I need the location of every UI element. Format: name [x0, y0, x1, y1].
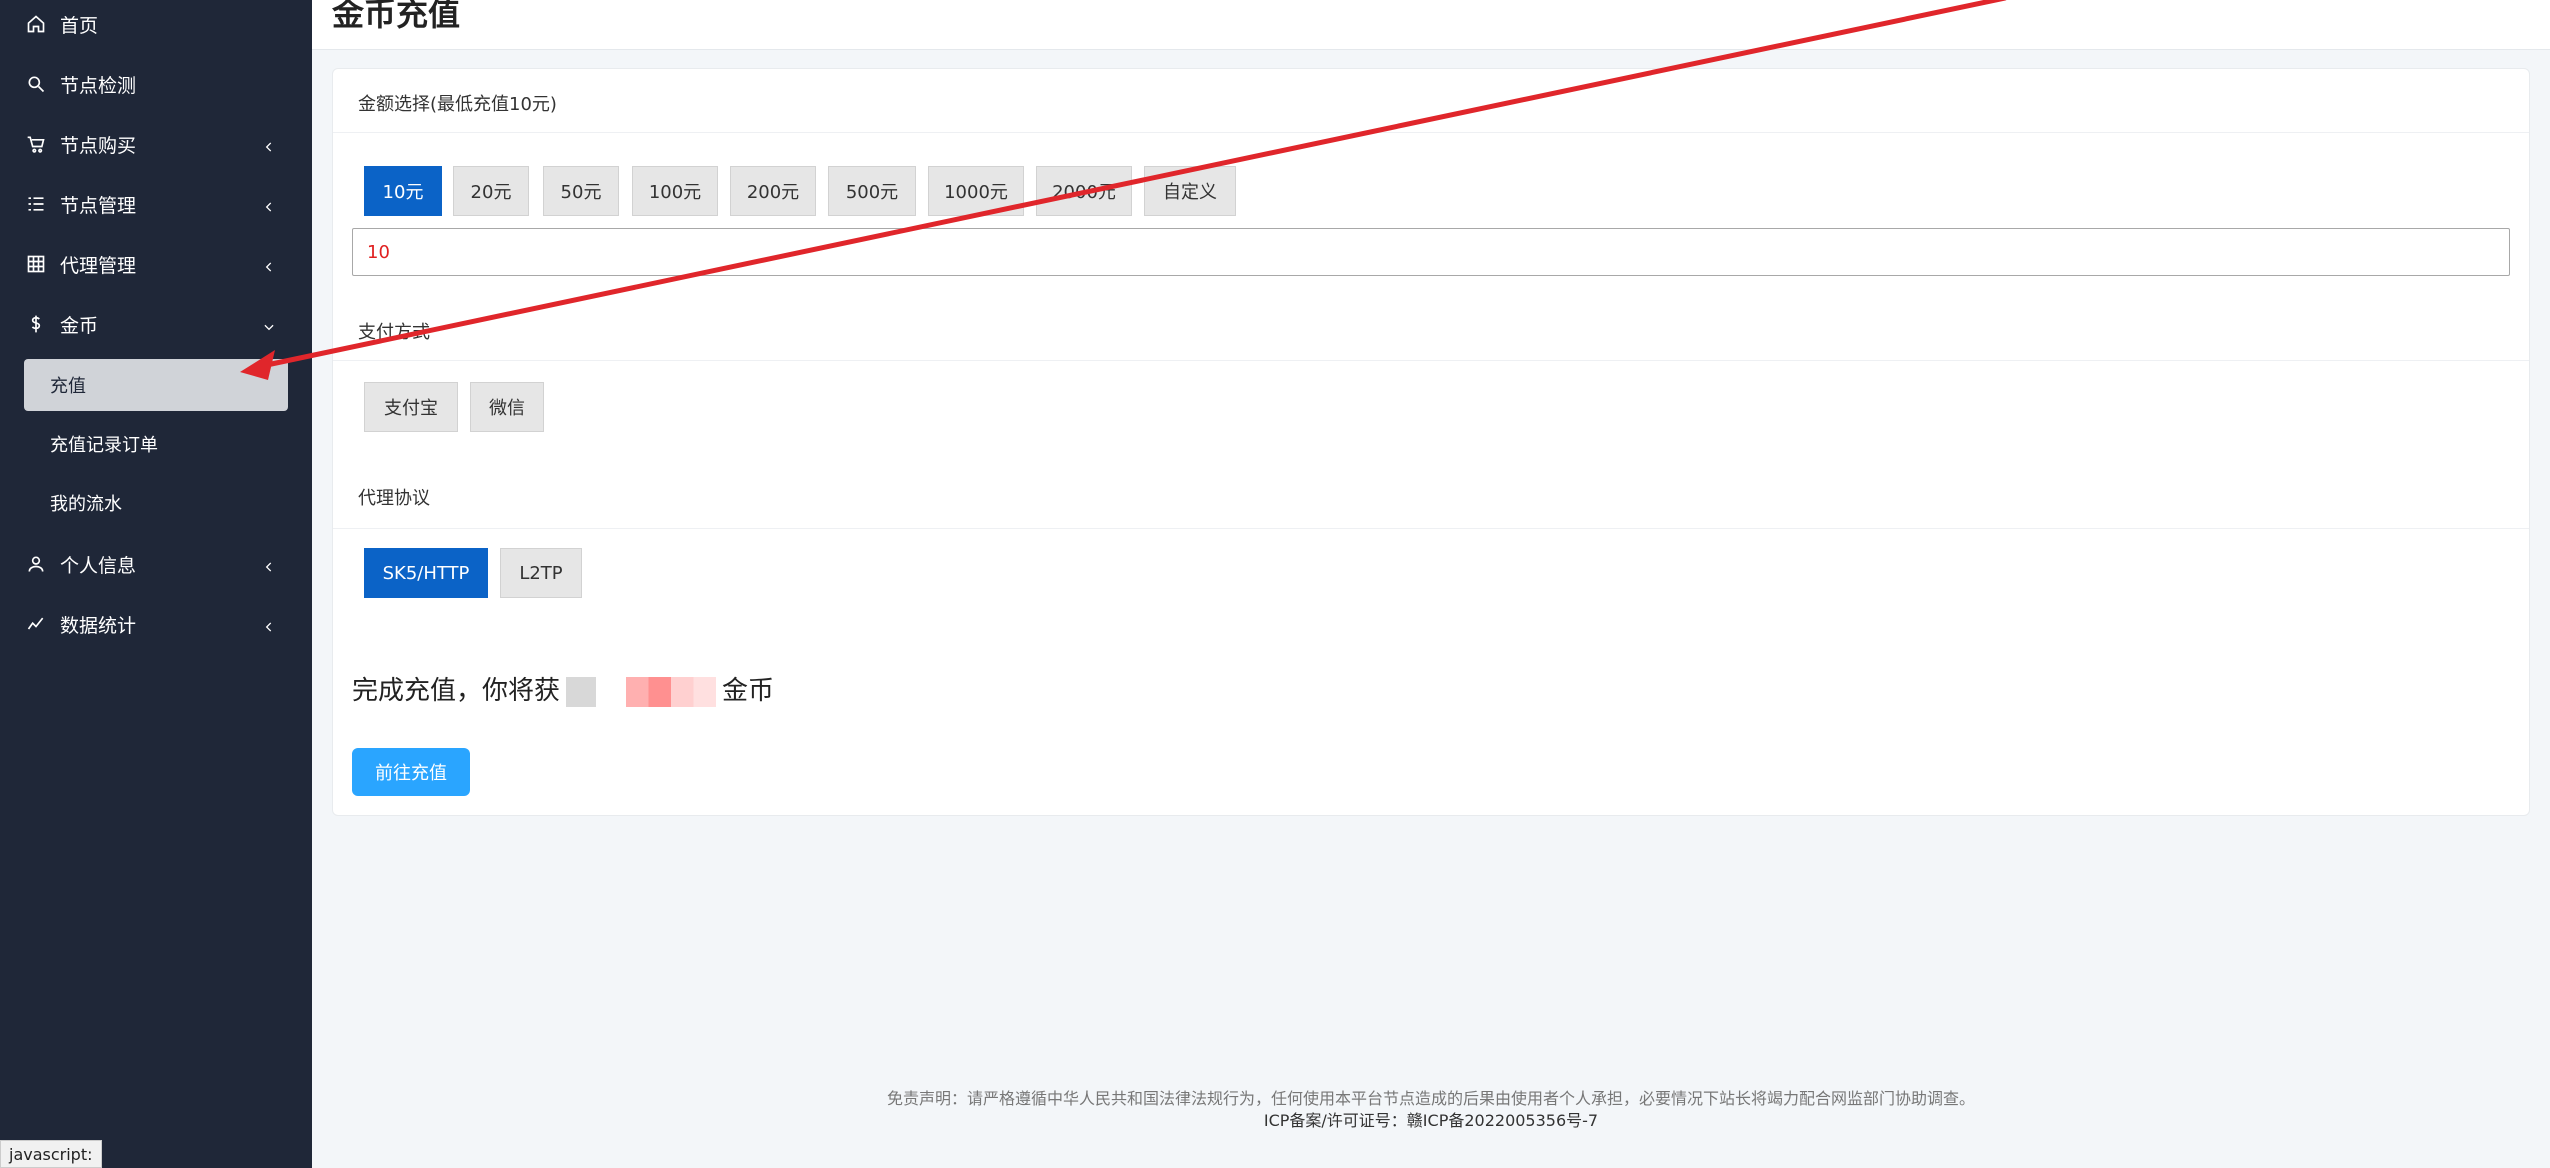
sidebar-item-proxy-manage[interactable]: 代理管理 — [0, 238, 312, 290]
payment-section-label: 支付方式 — [358, 322, 430, 343]
dollar-icon — [26, 314, 46, 334]
protocol-option-sk5-http[interactable]: SK5/HTTP — [364, 548, 488, 598]
amount-option-500[interactable]: 500元 — [828, 166, 916, 216]
sidebar-subitem-label: 充值记录订单 — [50, 435, 158, 456]
chevron-left-icon — [262, 617, 276, 632]
sidebar-item-label: 首页 — [60, 14, 99, 37]
browser-status-bar: javascript: — [0, 1140, 102, 1168]
sidebar-item-label: 代理管理 — [60, 254, 137, 277]
sidebar-item-label: 金币 — [60, 314, 99, 337]
recharge-result-text: 完成充值，你将获 金币 — [352, 670, 774, 707]
sidebar-subitem-recharge-orders[interactable]: 充值记录订单 — [24, 418, 288, 470]
amount-option-1000[interactable]: 1000元 — [928, 166, 1024, 216]
amount-option-10[interactable]: 10元 — [364, 166, 442, 216]
sidebar-item-label: 节点检测 — [60, 74, 137, 97]
divider — [333, 132, 2529, 133]
page-title: 金币充值 — [332, 0, 461, 33]
result-prefix: 完成充值，你将获 — [352, 676, 561, 706]
cart-icon — [26, 134, 46, 154]
protocol-option-l2tp[interactable]: L2TP — [500, 548, 582, 598]
chevron-left-icon — [262, 197, 276, 212]
sidebar-item-coins[interactable]: 金币 — [0, 298, 312, 350]
chevron-left-icon — [262, 137, 276, 152]
redacted-amount — [566, 676, 717, 707]
amount-input[interactable] — [352, 228, 2510, 276]
search-icon — [26, 74, 46, 94]
sidebar-subitem-label: 我的流水 — [50, 494, 122, 515]
chevron-left-icon — [262, 257, 276, 272]
user-icon — [26, 554, 46, 574]
sidebar-item-label: 个人信息 — [60, 554, 137, 577]
divider — [333, 360, 2529, 361]
sidebar: 首页 节点检测 节点购买 节点管理 代理管理 金币 充值 充值记录订单 我的流水… — [0, 0, 312, 1168]
chart-line-icon — [26, 614, 46, 634]
payment-option-wechat[interactable]: 微信 — [470, 382, 544, 432]
sidebar-item-statistics[interactable]: 数据统计 — [0, 598, 312, 650]
sidebar-item-node-purchase[interactable]: 节点购买 — [0, 118, 312, 170]
sidebar-item-label: 数据统计 — [60, 614, 137, 637]
divider — [333, 528, 2529, 529]
chevron-left-icon — [262, 557, 276, 572]
sidebar-item-home[interactable]: 首页 — [0, 0, 312, 50]
amount-option-2000[interactable]: 2000元 — [1036, 166, 1132, 216]
footer-icp: ICP备案/许可证号：赣ICP备2022005356号-7 — [1263, 1111, 1599, 1130]
result-suffix: 金币 — [722, 676, 775, 706]
sidebar-item-label: 节点管理 — [60, 194, 137, 217]
list-icon — [26, 194, 46, 214]
top-header — [312, 0, 2550, 50]
sidebar-subitem-recharge[interactable]: 充值 — [24, 359, 288, 411]
footer: 免责声明：请严格遵循中华人民共和国法律法规行为，任何使用本平台节点造成的后果由使… — [312, 1088, 2550, 1132]
amount-option-100[interactable]: 100元 — [632, 166, 718, 216]
amount-option-custom[interactable]: 自定义 — [1144, 166, 1236, 216]
payment-option-alipay[interactable]: 支付宝 — [364, 382, 458, 432]
footer-disclaimer: 免责声明：请严格遵循中华人民共和国法律法规行为，任何使用本平台节点造成的后果由使… — [886, 1089, 1975, 1108]
chevron-down-icon — [262, 317, 276, 331]
sidebar-subitem-my-flow[interactable]: 我的流水 — [24, 477, 288, 529]
sidebar-item-node-manage[interactable]: 节点管理 — [0, 178, 312, 230]
sidebar-item-profile[interactable]: 个人信息 — [0, 538, 312, 590]
amount-section-label: 金额选择(最低充值10元) — [358, 94, 557, 115]
amount-option-20[interactable]: 20元 — [453, 166, 529, 216]
amount-option-200[interactable]: 200元 — [730, 166, 816, 216]
home-icon — [26, 14, 46, 34]
sidebar-item-node-check[interactable]: 节点检测 — [0, 58, 312, 110]
protocol-section-label: 代理协议 — [358, 488, 430, 509]
sidebar-item-label: 节点购买 — [60, 134, 137, 157]
grid-icon — [26, 254, 46, 274]
sidebar-subitem-label: 充值 — [50, 376, 86, 397]
go-recharge-button[interactable]: 前往充值 — [352, 748, 470, 796]
amount-option-50[interactable]: 50元 — [543, 166, 619, 216]
